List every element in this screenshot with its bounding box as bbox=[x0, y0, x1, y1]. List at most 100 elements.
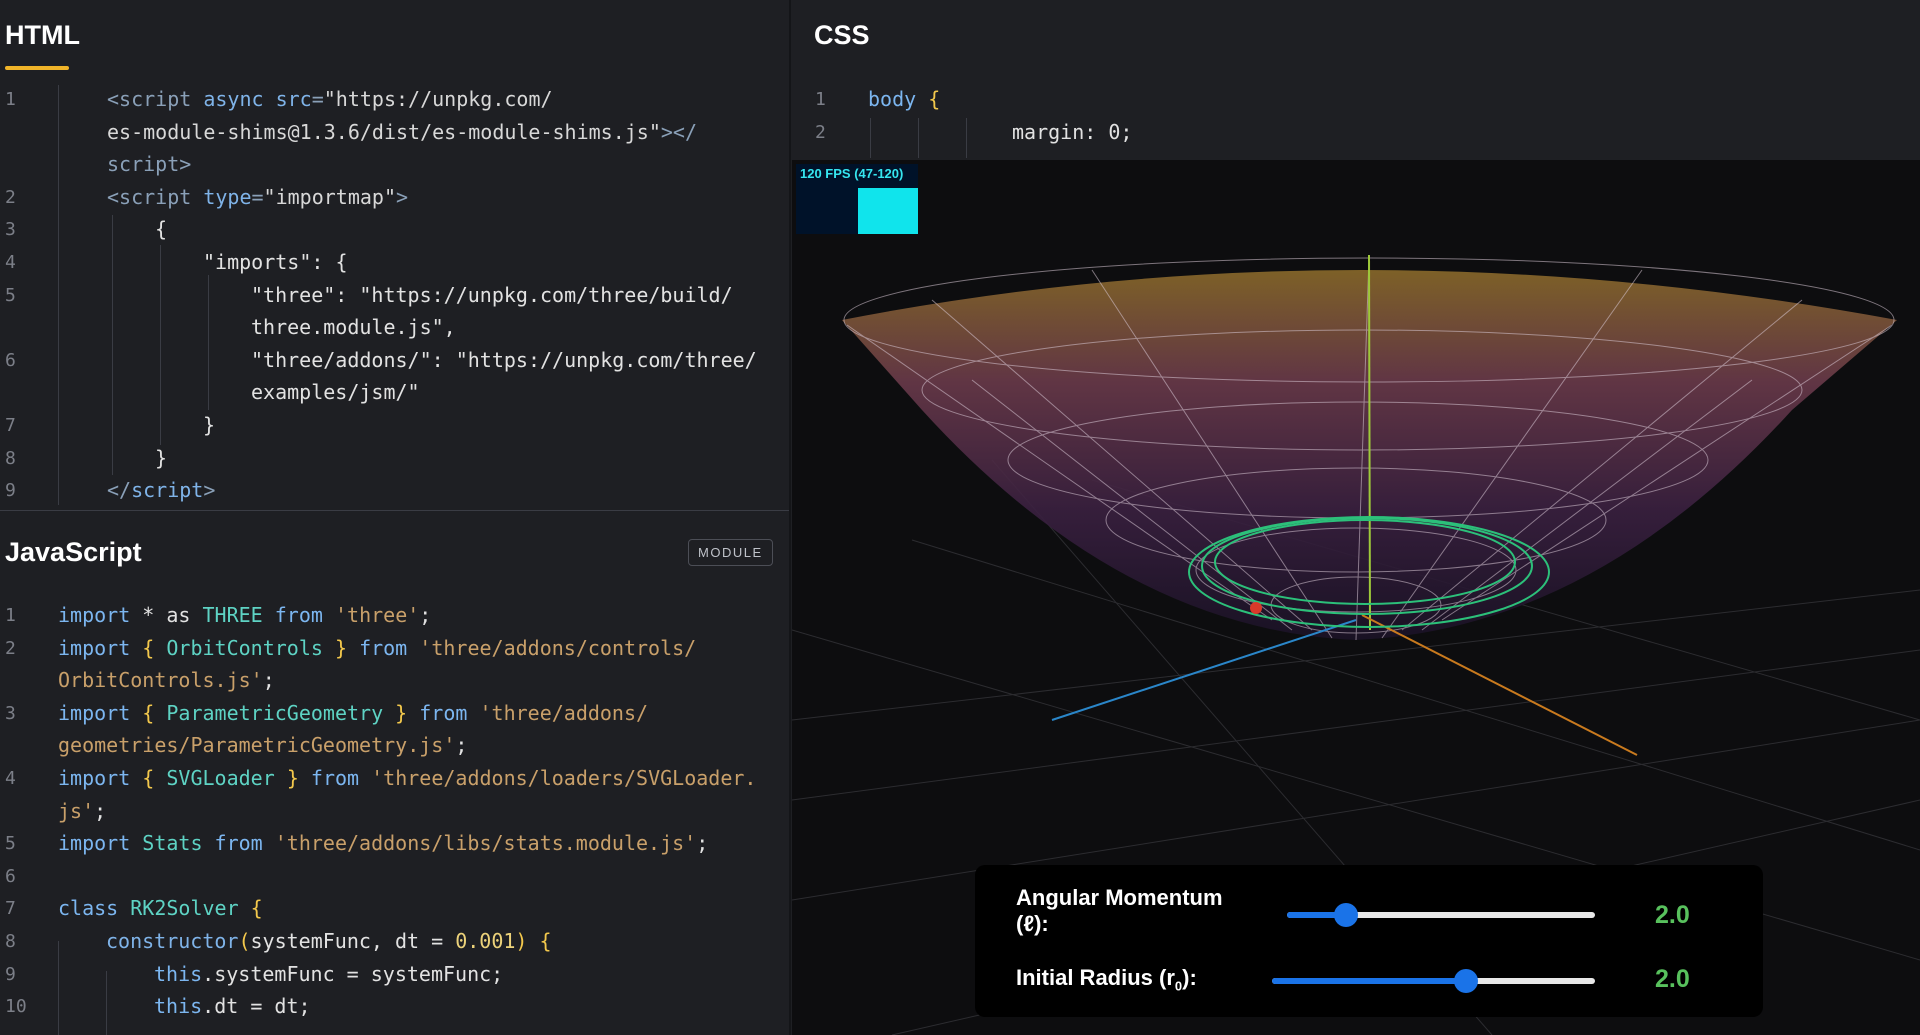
code-token: THREE bbox=[202, 603, 275, 627]
code-line[interactable]: es-module-shims@1.3.6/dist/es-module-shi… bbox=[107, 120, 697, 144]
code-line[interactable]: } bbox=[155, 446, 167, 470]
code-line[interactable]: geometries/ParametricGeometry.js'; bbox=[58, 733, 467, 757]
indent-guide bbox=[870, 118, 871, 158]
indent-guide bbox=[112, 215, 113, 475]
code-line[interactable]: import * as THREE from 'three'; bbox=[58, 603, 431, 627]
code-token: script bbox=[131, 478, 204, 503]
code-token: ; bbox=[455, 733, 468, 758]
code-line[interactable]: import { OrbitControls } from 'three/add… bbox=[58, 636, 696, 660]
css-panel-title[interactable]: CSS bbox=[814, 20, 870, 51]
code-line[interactable]: class RK2Solver { bbox=[58, 896, 263, 920]
indent-guide bbox=[58, 85, 59, 505]
code-token: js' bbox=[58, 798, 95, 823]
code-line[interactable]: script> bbox=[107, 152, 191, 176]
line-number: 9 bbox=[5, 963, 16, 985]
code-token: 0.001 bbox=[455, 929, 516, 953]
code-token: examples/jsm/" bbox=[251, 380, 420, 405]
code-line[interactable]: { bbox=[155, 217, 167, 241]
fps-graph bbox=[858, 188, 918, 234]
code-token: .dt = dt; bbox=[202, 994, 311, 1019]
line-number: 7 bbox=[5, 415, 16, 436]
line-number: 6 bbox=[5, 349, 16, 371]
code-token: 'three/addons/libs/stats.module.js' bbox=[274, 831, 697, 856]
code-token: { bbox=[142, 700, 167, 725]
code-token: ) { bbox=[515, 929, 552, 953]
x-axis bbox=[1051, 619, 1357, 721]
line-number: 1 bbox=[5, 89, 16, 110]
code-line[interactable]: constructor(systemFunc, dt = 0.001) { bbox=[106, 929, 552, 953]
angular-momentum-label-line1: Angular Momentum bbox=[1016, 885, 1223, 910]
code-line[interactable]: this.dt = dt; bbox=[154, 994, 311, 1018]
indent-guide bbox=[58, 941, 59, 1035]
line-number: 6 bbox=[5, 865, 16, 887]
code-token: from bbox=[310, 766, 372, 790]
code-line[interactable]: this.systemFunc = systemFunc; bbox=[154, 962, 503, 986]
line-number: 4 bbox=[5, 768, 16, 789]
indent-guide bbox=[208, 275, 209, 410]
code-token: from bbox=[274, 603, 335, 627]
code-token: from bbox=[359, 635, 420, 660]
code-token: RK2Solver bbox=[130, 896, 251, 921]
code-token: "three": "https://unpkg.com/three/build/ bbox=[251, 282, 733, 307]
code-line[interactable]: import Stats from 'three/addons/libs/sta… bbox=[58, 831, 708, 855]
particle bbox=[1250, 602, 1262, 614]
code-token: from bbox=[214, 831, 275, 856]
initial-radius-label-text: Initial Radius (r bbox=[1016, 965, 1175, 990]
code-line[interactable]: OrbitControls.js'; bbox=[58, 668, 275, 692]
line-number: 4 bbox=[5, 252, 16, 273]
code-line[interactable]: <script async src="https://unpkg.com/ bbox=[107, 87, 553, 111]
code-token: "https://unpkg.com/ bbox=[323, 87, 553, 111]
code-line[interactable]: } bbox=[203, 413, 215, 437]
code-token: ( bbox=[238, 929, 251, 953]
code-line[interactable]: examples/jsm/" bbox=[251, 380, 420, 404]
js-panel-title[interactable]: JavaScript bbox=[5, 537, 142, 568]
z-axis bbox=[1361, 614, 1638, 756]
code-line[interactable]: body { bbox=[868, 87, 940, 111]
line-number: 3 bbox=[5, 219, 16, 241]
code-line[interactable]: js'; bbox=[58, 799, 106, 823]
code-token: import bbox=[58, 700, 143, 725]
code-token: geometries/ParametricGeometry.js' bbox=[58, 733, 456, 758]
code-token: = bbox=[251, 184, 264, 209]
line-number: 8 bbox=[5, 931, 16, 952]
code-line[interactable]: "three/addons/": "https://unpkg.com/thre… bbox=[251, 348, 757, 372]
vertical-splitter[interactable] bbox=[789, 0, 791, 1035]
indent-guide bbox=[106, 971, 107, 1035]
code-token: body bbox=[868, 87, 929, 111]
code-line[interactable]: "imports": { bbox=[203, 250, 348, 274]
code-line[interactable]: three.module.js", bbox=[251, 315, 456, 339]
line-number: 5 bbox=[5, 284, 16, 306]
code-token: script> bbox=[107, 152, 192, 177]
code-token: <script bbox=[107, 184, 204, 209]
code-token: { bbox=[928, 87, 941, 111]
code-token: margin: 0; bbox=[1012, 119, 1133, 144]
code-line[interactable]: <script type="importmap"> bbox=[107, 185, 408, 209]
line-number: 2 bbox=[815, 121, 826, 143]
code-token: { bbox=[142, 635, 167, 660]
code-token: "importmap" bbox=[263, 184, 396, 209]
slider-thumb[interactable] bbox=[1453, 969, 1478, 993]
code-token: this bbox=[154, 994, 203, 1019]
line-number: 3 bbox=[5, 702, 16, 724]
code-line[interactable]: import { ParametricGeometry } from 'thre… bbox=[58, 701, 648, 725]
initial-radius-slider[interactable] bbox=[1272, 969, 1595, 993]
fps-stats-panel[interactable]: 120 FPS (47-120) bbox=[796, 164, 918, 234]
code-line[interactable]: "three": "https://unpkg.com/three/build/ bbox=[251, 283, 733, 307]
angular-momentum-slider[interactable] bbox=[1287, 903, 1595, 927]
code-line[interactable]: import { SVGLoader } from 'three/addons/… bbox=[58, 766, 756, 790]
html-editor-panel: HTML 1 <script async src="https://unpkg.c… bbox=[0, 0, 790, 510]
js-editor-panel: JavaScript MODULE 1 import * as THREE fro… bbox=[0, 511, 790, 1035]
slider-thumb[interactable] bbox=[1333, 903, 1358, 927]
code-token: } bbox=[395, 700, 420, 725]
html-panel-title[interactable]: HTML bbox=[5, 20, 80, 51]
line-number: 1 bbox=[5, 605, 16, 626]
code-token: three.module.js", bbox=[251, 315, 456, 340]
code-token: ParametricGeometry bbox=[166, 700, 396, 725]
code-token: OrbitControls bbox=[166, 635, 335, 660]
angular-momentum-value: 2.0 bbox=[1655, 901, 1690, 929]
code-token: 'three/addons/loaders/SVGLoader. bbox=[371, 766, 757, 790]
code-line[interactable]: </script> bbox=[107, 478, 215, 502]
code-line[interactable]: margin: 0; bbox=[1012, 120, 1132, 144]
code-token: > bbox=[203, 478, 216, 503]
code-token: type bbox=[203, 184, 252, 209]
